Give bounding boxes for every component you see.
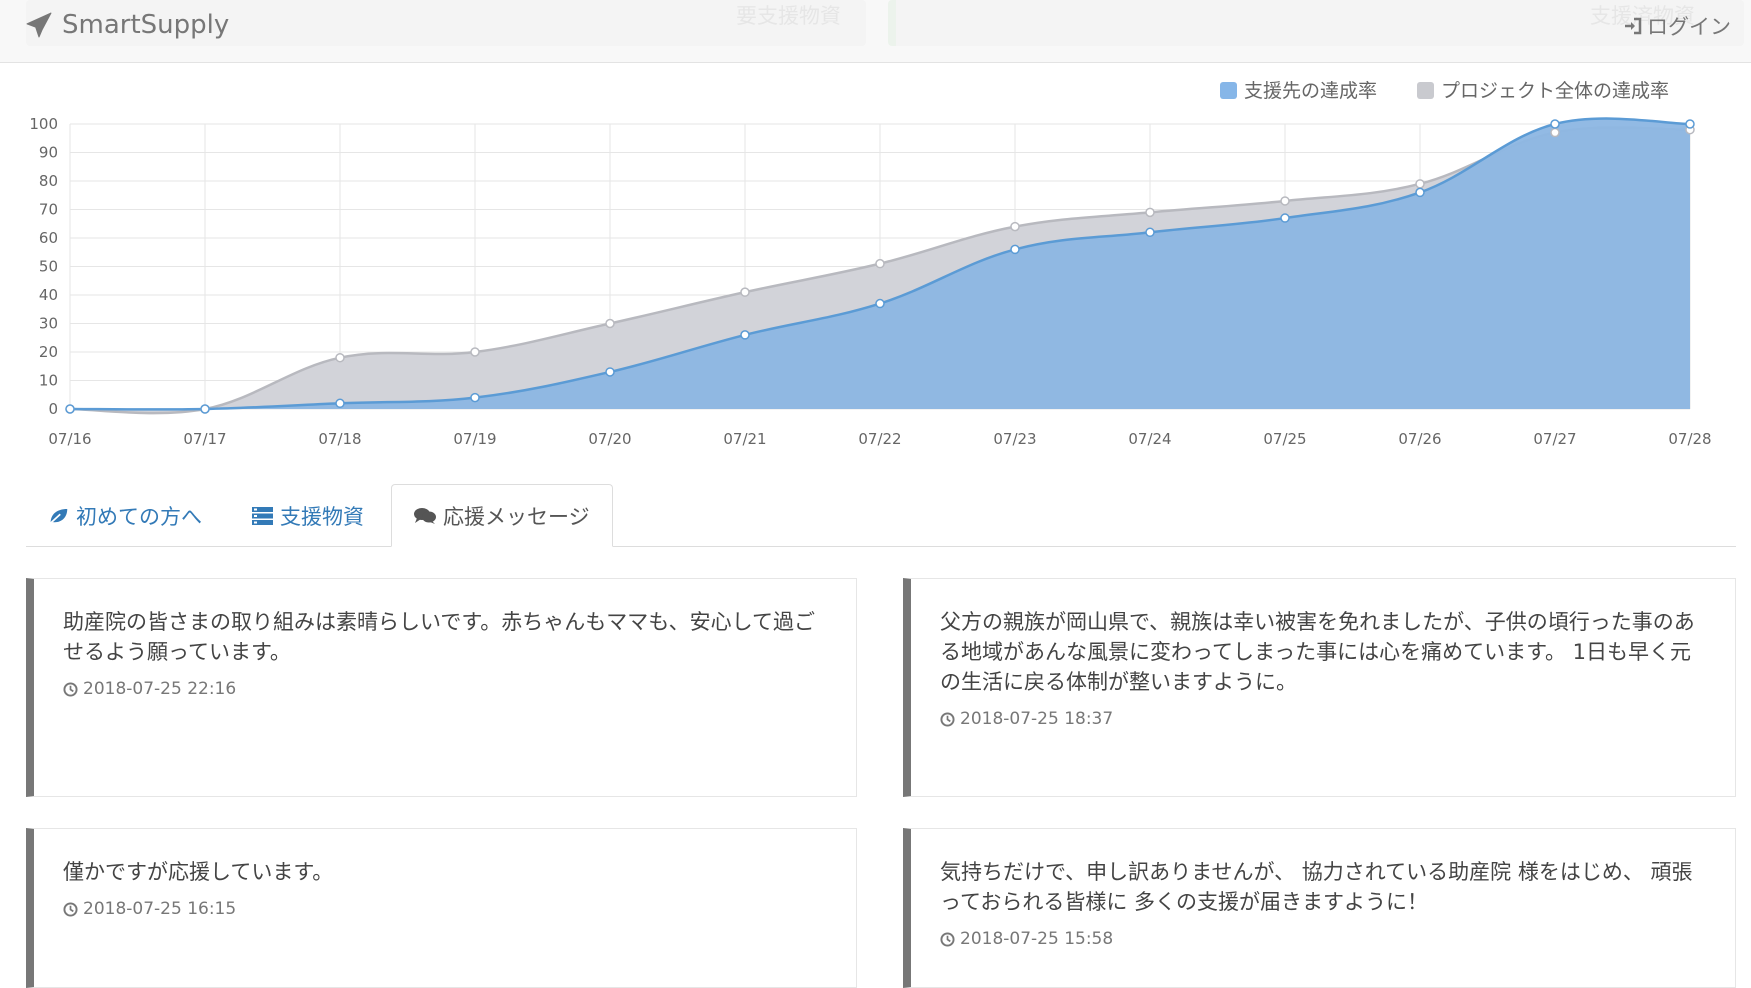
message-time: 2018-07-25 18:37 bbox=[960, 709, 1114, 729]
data-point bbox=[470, 392, 480, 403]
brand-name: SmartSupply bbox=[62, 10, 230, 40]
message-text: 気持ちだけで、申し訳ありませんが、 協力されている助産院 様をはじめ、 頑張って… bbox=[940, 860, 1693, 914]
data-point bbox=[740, 330, 750, 340]
data-point bbox=[1550, 119, 1560, 129]
legend-swatch bbox=[1417, 82, 1434, 99]
legend-label: 支援先の達成率 bbox=[1244, 80, 1377, 102]
tab-messages[interactable]: 応援メッセージ bbox=[391, 484, 613, 547]
message-text: 父方の親族が岡山県で、親族は幸い被害を免れましたが、子供の頃行った事のある地域が… bbox=[940, 610, 1695, 694]
data-point bbox=[1280, 213, 1290, 223]
tab-getting-started[interactable]: 初めての方へ bbox=[26, 484, 224, 547]
x-tick-label: 07/25 bbox=[1263, 430, 1306, 448]
data-point bbox=[1010, 221, 1020, 232]
navbar: 要支援物資 支援済物資 SmartSupply ログイン bbox=[0, 0, 1751, 63]
y-tick-label: 20 bbox=[39, 343, 58, 361]
message-card: 助産院の皆さまの取り組みは素晴らしいです。赤ちゃんもママも、安心して過ごせるよう… bbox=[26, 578, 857, 797]
data-point bbox=[1010, 244, 1020, 255]
data-point bbox=[605, 318, 615, 329]
tab-messages-label: 応援メッセージ bbox=[443, 504, 590, 529]
message-card: 僅かですが応援しています。 2018-07-25 16:15 bbox=[26, 828, 857, 988]
y-tick-label: 90 bbox=[39, 144, 58, 162]
message-card: 気持ちだけで、申し訳ありませんが、 協力されている助産院 様をはじめ、 頑張って… bbox=[903, 828, 1736, 988]
data-point bbox=[740, 287, 750, 297]
x-tick-label: 07/20 bbox=[588, 430, 631, 448]
login-label: ログイン bbox=[1647, 15, 1731, 39]
paper-plane-icon bbox=[26, 12, 52, 38]
data-point bbox=[875, 298, 885, 309]
y-tick-label: 70 bbox=[39, 201, 58, 219]
message-time: 2018-07-25 15:58 bbox=[960, 929, 1114, 949]
x-tick-label: 07/16 bbox=[48, 430, 91, 448]
y-tick-label: 80 bbox=[39, 172, 58, 190]
data-point bbox=[605, 367, 615, 377]
data-point bbox=[200, 404, 210, 414]
tab-supplies-label: 支援物資 bbox=[280, 504, 364, 529]
list-icon bbox=[252, 506, 273, 525]
data-point bbox=[1685, 119, 1695, 129]
y-tick-label: 60 bbox=[39, 229, 58, 247]
login-link[interactable]: ログイン bbox=[1623, 11, 1731, 41]
x-tick-label: 07/19 bbox=[453, 430, 496, 448]
legend-label: プロジェクト全体の達成率 bbox=[1441, 80, 1669, 102]
ghost-label-left: 要支援物資 bbox=[736, 4, 841, 28]
x-tick-label: 07/24 bbox=[1128, 430, 1171, 448]
brand-link[interactable]: SmartSupply bbox=[26, 10, 229, 40]
tab-bar: 初めての方へ 支援物資 応援メッセージ bbox=[26, 484, 1736, 547]
data-point bbox=[1280, 196, 1290, 206]
message-text: 助産院の皆さまの取り組みは素晴らしいです。赤ちゃんもママも、安心して過ごせるよう… bbox=[63, 610, 816, 664]
data-point bbox=[1145, 227, 1155, 238]
data-point bbox=[335, 352, 345, 363]
y-tick-label: 0 bbox=[48, 400, 58, 418]
legend-swatch bbox=[1220, 82, 1237, 99]
tab-supplies[interactable]: 支援物資 bbox=[230, 484, 386, 547]
message-time: 2018-07-25 16:15 bbox=[83, 899, 237, 919]
x-tick-label: 07/26 bbox=[1398, 430, 1441, 448]
message-card: 父方の親族が岡山県で、親族は幸い被害を免れましたが、子供の頃行った事のある地域が… bbox=[903, 578, 1736, 797]
y-tick-label: 40 bbox=[39, 286, 58, 304]
data-point bbox=[875, 258, 885, 269]
y-tick-label: 10 bbox=[39, 372, 58, 390]
sign-in-icon bbox=[1625, 17, 1642, 35]
tab-getting-started-label: 初めての方へ bbox=[76, 504, 202, 529]
message-time: 2018-07-25 22:16 bbox=[83, 679, 237, 699]
x-tick-label: 07/22 bbox=[858, 430, 901, 448]
data-point bbox=[1550, 127, 1560, 138]
clock-icon bbox=[63, 681, 78, 697]
x-tick-label: 07/21 bbox=[723, 430, 766, 448]
clock-icon bbox=[940, 711, 955, 727]
y-tick-label: 100 bbox=[29, 115, 58, 133]
data-point bbox=[1145, 207, 1155, 218]
data-point bbox=[65, 404, 75, 414]
message-text: 僅かですが応援しています。 bbox=[63, 860, 334, 884]
x-tick-label: 07/27 bbox=[1533, 430, 1576, 448]
comments-icon bbox=[414, 507, 436, 524]
data-point bbox=[335, 398, 345, 409]
clock-icon bbox=[63, 901, 78, 917]
data-point bbox=[470, 347, 480, 357]
clock-icon bbox=[940, 931, 955, 947]
x-tick-label: 07/17 bbox=[183, 430, 226, 448]
leaf-icon bbox=[49, 508, 68, 525]
x-tick-label: 07/23 bbox=[993, 430, 1036, 448]
data-point bbox=[1415, 187, 1425, 198]
data-point bbox=[1415, 179, 1425, 189]
y-tick-label: 30 bbox=[39, 315, 58, 333]
x-tick-label: 07/18 bbox=[318, 430, 361, 448]
y-tick-label: 50 bbox=[39, 258, 58, 276]
x-tick-label: 07/28 bbox=[1668, 430, 1711, 448]
achievement-chart: 0 10 20 30 40 50 60 70 80 90 100 07/16 07/17 07/18 07/… bbox=[29, 80, 1711, 448]
